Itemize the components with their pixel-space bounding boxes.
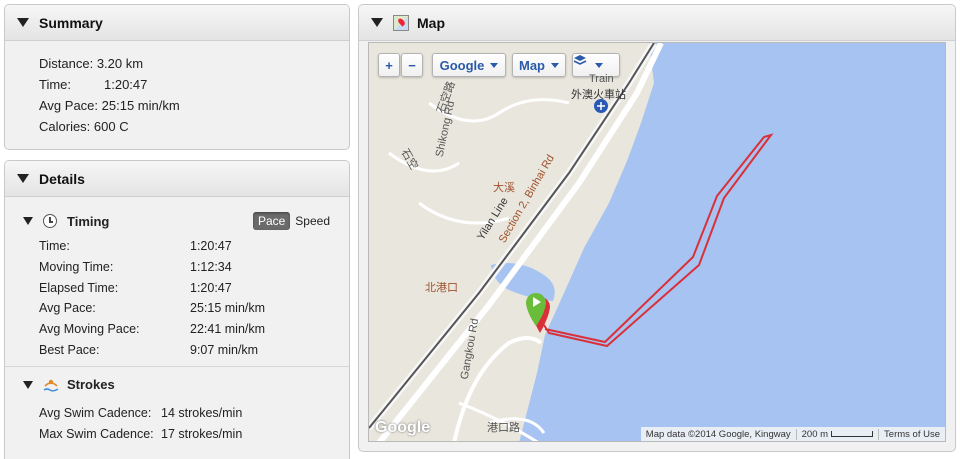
timing-value: 1:20:47 (190, 239, 232, 253)
summary-row-calories: Calories: 600 C (39, 116, 349, 137)
strokes-title: Strokes (67, 377, 115, 393)
strokes-label: Max Swim Cadence: (39, 426, 154, 441)
timing-value: 25:15 min/km (190, 301, 266, 316)
timing-row: Avg Pace: 25:15 min/km (39, 298, 349, 319)
map-canvas[interactable]: + − Google Map Train 外澳火車站 Section 2, Bi… (368, 42, 946, 442)
strokes-label: Avg Swim Cadence: (39, 405, 152, 420)
provider-dropdown[interactable]: Google (432, 53, 506, 77)
timing-value: 1:12:34 (190, 259, 232, 274)
timing-row: Moving Time: 1:12:34 (39, 257, 349, 278)
chevron-down-icon (595, 62, 603, 68)
swimmer-icon (43, 379, 59, 392)
attribution-text: Map data ©2014 Google, Kingway (645, 428, 791, 440)
chevron-down-icon (551, 62, 559, 68)
details-header[interactable]: Details (5, 161, 349, 197)
summary-rows: Distance: 3.20 km Time: 1:20:47 Avg Pace:… (5, 41, 349, 137)
collapse-triangle-icon[interactable] (17, 174, 29, 183)
map-icon (393, 14, 409, 31)
summary-row-time: Time: 1:20:47 (39, 74, 349, 95)
timing-label: Best Pace: (39, 342, 100, 357)
timing-row: Elapsed Time: 1:20:47 (39, 278, 349, 299)
strokes-rows: Avg Swim Cadence: 14 strokes/min Max Swim… (5, 403, 349, 445)
summary-value: 600 C (93, 119, 129, 134)
strokes-value: 17 strokes/min (161, 426, 243, 441)
timing-value: 22:41 min/km (190, 322, 266, 337)
summary-row-pace: Avg Pace: 25:15 min/km (39, 95, 349, 116)
collapse-triangle-icon[interactable] (371, 18, 383, 27)
strokes-value: 14 strokes/min (161, 405, 243, 420)
timing-label: Elapsed Time: (39, 280, 119, 295)
section-divider (5, 365, 349, 367)
scale-label: 200 m (801, 428, 829, 440)
layers-icon (573, 55, 587, 65)
timing-label: Avg Pace: (39, 301, 96, 316)
map-attribution: Map data ©2014 Google, Kingway 200 m Ter… (640, 427, 945, 441)
summary-label: Avg Pace: (39, 98, 99, 113)
map-label-gangkou-road: 港口路 (487, 422, 520, 434)
timing-rows: Time: 1:20:47 Moving Time: 1:12:34 Elapsed… (5, 236, 349, 361)
timing-label: Avg Moving Pace: (39, 322, 140, 337)
summary-row-distance: Distance: 3.20 km (39, 53, 349, 74)
chevron-down-icon (490, 62, 499, 68)
collapse-triangle-icon[interactable] (23, 380, 33, 389)
details-panel: Details Timing Pace Speed Time: 1:20:47 M… (4, 160, 350, 459)
map-label-station: 外澳火車站 (571, 89, 626, 101)
timing-section-header[interactable]: Timing Pace Speed (5, 209, 349, 233)
timing-row: Best Pace: 9:07 min/km (39, 340, 349, 361)
timing-row: Avg Moving Pace: 22:41 min/km (39, 319, 349, 340)
summary-value: 3.20 km (96, 56, 144, 71)
summary-header[interactable]: Summary (5, 5, 349, 41)
zoom-out-button[interactable]: − (401, 53, 423, 77)
pace-speed-toggle: Pace Speed (252, 212, 335, 230)
summary-panel: Summary Distance: 3.20 km Time: 1:20:47 A… (4, 4, 350, 150)
summary-label: Calories: (39, 119, 91, 134)
timing-title: Timing (67, 213, 110, 229)
scale-indicator: 200 m (795, 428, 878, 440)
timing-label: Time: (39, 239, 70, 253)
map-panel: Map + − Google Map Train 外澳火車站 Section 2… (358, 4, 956, 452)
speed-toggle-button[interactable]: Speed (290, 212, 335, 230)
pace-toggle-button[interactable]: Pace (252, 212, 291, 230)
details-title: Details (39, 170, 85, 187)
strokes-row: Avg Swim Cadence: 14 strokes/min (39, 403, 349, 424)
collapse-triangle-icon[interactable] (17, 18, 29, 27)
zoom-in-label: + (385, 57, 393, 73)
scale-bar (831, 430, 874, 437)
terms-of-use-link[interactable]: Terms of Use (878, 428, 945, 440)
strokes-section-header[interactable]: Strokes (5, 373, 349, 397)
strokes-row: Max Swim Cadence: 17 strokes/min (39, 424, 349, 445)
zoom-out-label: − (408, 57, 416, 73)
map-type-dropdown[interactable]: Map (512, 53, 566, 77)
google-logo: Google (375, 419, 431, 436)
timing-label: Moving Time: (39, 259, 114, 274)
summary-label: Distance: (39, 56, 94, 71)
map-label-daxi: 大溪 (493, 182, 515, 194)
provider-label: Google (439, 57, 485, 73)
map-label-beigangkou: 北港口 (425, 282, 458, 294)
zoom-in-button[interactable]: + (378, 53, 400, 77)
map-title: Map (417, 14, 445, 31)
map-label-train: Train (589, 73, 614, 85)
timing-value: 9:07 min/km (190, 342, 259, 357)
summary-value: 25:15 min/km (101, 98, 180, 113)
map-header[interactable]: Map (359, 5, 955, 41)
summary-title: Summary (39, 14, 103, 31)
summary-label: Time: (39, 77, 72, 92)
collapse-triangle-icon[interactable] (23, 217, 33, 225)
timing-value: 1:20:47 (190, 280, 232, 295)
clock-icon (43, 214, 57, 228)
map-type-label: Map (519, 57, 545, 73)
summary-value: 1:20:47 (104, 77, 148, 92)
timing-row: Time: 1:20:47 (39, 236, 349, 257)
